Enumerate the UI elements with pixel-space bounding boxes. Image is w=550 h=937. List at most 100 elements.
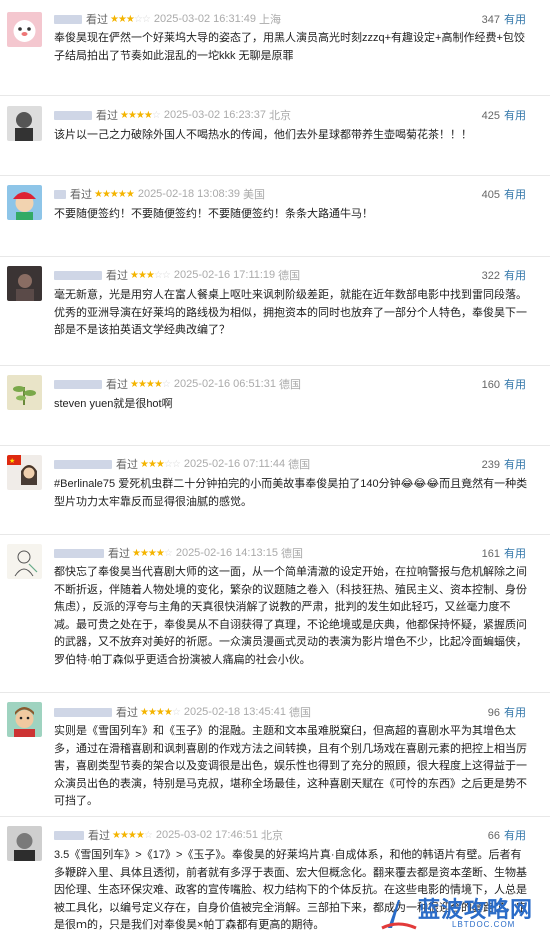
review-location: 德国 xyxy=(278,270,301,282)
review-meta: 看过 ★★★☆☆ 2025-03-02 16:31:49 上海 xyxy=(54,11,284,27)
useful-button[interactable]: 有用 xyxy=(504,14,526,26)
watermark-url: LBTDOC.COM xyxy=(452,920,516,929)
divider xyxy=(0,175,550,176)
avatar-image xyxy=(7,266,42,301)
avatar-image xyxy=(7,702,42,737)
watched-label: 看过 xyxy=(88,830,110,842)
username[interactable] xyxy=(54,830,84,840)
divider xyxy=(0,256,550,257)
avatar[interactable] xyxy=(7,12,42,47)
rating-stars: ★★★★☆ xyxy=(130,378,171,390)
review-location: 德国 xyxy=(288,459,311,471)
review-time: 2025-02-16 07:11:44 xyxy=(183,458,286,470)
watched-label: 看过 xyxy=(108,548,130,560)
rating-stars: ★★★☆☆ xyxy=(110,13,151,25)
review-meta: 看过 ★★★★☆ 2025-02-16 14:13:15 德国 xyxy=(54,545,306,561)
vote-count: 405 有用 xyxy=(482,186,526,202)
avatar-image xyxy=(7,544,42,579)
rating-stars: ★★★★☆ xyxy=(120,109,161,121)
review-text: 不要随便签约！不要随便签约！不要随便签约！条条大路通牛马！ xyxy=(54,208,373,220)
site-watermark: 蓝波攻略网 LBTDOC.COM xyxy=(378,890,548,936)
review-location: 美国 xyxy=(242,189,265,201)
vote-number: 347 xyxy=(481,14,500,26)
svg-text:★: ★ xyxy=(9,457,15,465)
review-text: 奉俊昊现在俨然一个好莱坞大导的姿态了，用黑人演员高光时刻zzzq+有趣设定+高制… xyxy=(54,32,525,62)
review-meta: 看过 ★★★☆☆ 2025-02-16 07:11:44 德国 xyxy=(54,456,313,472)
vote-count: 66 有用 xyxy=(488,827,526,843)
username[interactable] xyxy=(54,110,92,120)
useful-button[interactable]: 有用 xyxy=(504,189,526,201)
vote-count: 322 有用 xyxy=(482,267,526,283)
divider xyxy=(0,692,550,693)
review-text: steven yuen就是很hot啊 xyxy=(54,398,173,410)
username[interactable] xyxy=(54,707,112,717)
watched-label: 看过 xyxy=(106,270,128,282)
divider xyxy=(0,816,550,817)
review-meta: 看过 ★★★★☆ 2025-03-02 16:23:37 北京 xyxy=(54,107,294,123)
useful-button[interactable]: 有用 xyxy=(504,830,526,842)
watched-label: 看过 xyxy=(86,14,108,26)
username[interactable] xyxy=(54,459,112,469)
avatar[interactable] xyxy=(7,826,42,861)
avatar-image xyxy=(7,185,42,220)
useful-button[interactable]: 有用 xyxy=(504,270,526,282)
vote-number: 239 xyxy=(481,459,500,471)
review-meta: 看过 ★★★☆☆ 2025-02-16 17:11:19 德国 xyxy=(54,267,303,283)
username[interactable] xyxy=(54,548,104,558)
username[interactable] xyxy=(54,379,102,389)
watched-label: 看过 xyxy=(116,707,138,719)
useful-button[interactable]: 有用 xyxy=(504,707,526,719)
review-meta: 看过 ★★★★☆ 2025-03-02 17:46:51 北京 xyxy=(54,827,286,843)
divider xyxy=(0,445,550,446)
watched-label: 看过 xyxy=(96,110,118,122)
avatar[interactable] xyxy=(7,106,42,141)
review-location: 德国 xyxy=(280,548,303,560)
rating-stars: ★★★★☆ xyxy=(112,829,153,841)
review-time: 2025-03-02 16:23:37 xyxy=(163,109,266,121)
review-meta: 看过 ★★★★★ 2025-02-18 13:08:39 美国 xyxy=(54,186,268,202)
review-meta: 看过 ★★★★☆ 2025-02-18 13:45:41 德国 xyxy=(54,704,314,720)
avatar[interactable]: ★ xyxy=(7,455,42,490)
divider xyxy=(0,95,550,96)
watched-label: 看过 xyxy=(106,379,128,391)
avatar-image: ★ xyxy=(7,455,42,490)
avatar-image xyxy=(7,826,42,861)
review-location: 德国 xyxy=(288,707,311,719)
rating-stars: ★★★★★ xyxy=(94,188,135,200)
avatar[interactable] xyxy=(7,185,42,220)
review-time: 2025-02-16 14:13:15 xyxy=(175,547,278,559)
review-time: 2025-02-18 13:08:39 xyxy=(137,188,240,200)
vote-count: 96 有用 xyxy=(488,704,526,720)
review-location: 德国 xyxy=(278,379,301,391)
review-text: 毫无新意，光是用穷人在富人餐桌上呕吐来讽刺阶级差距，就能在近年数部电影中找到雷同… xyxy=(54,289,527,336)
rating-stars: ★★★★☆ xyxy=(132,547,173,559)
avatar-image xyxy=(7,375,42,410)
vote-count: 239 有用 xyxy=(482,456,526,472)
username[interactable] xyxy=(54,189,66,199)
useful-button[interactable]: 有用 xyxy=(504,379,526,391)
rating-stars: ★★★★☆ xyxy=(140,706,181,718)
avatar-image xyxy=(7,12,42,47)
review-location: 北京 xyxy=(260,830,283,842)
vote-number: 425 xyxy=(481,110,500,122)
username[interactable] xyxy=(54,14,82,24)
review-location: 上海 xyxy=(259,14,281,26)
divider xyxy=(0,534,550,535)
avatar[interactable] xyxy=(7,266,42,301)
review-location: 北京 xyxy=(268,110,291,122)
review-time: 2025-03-02 16:31:49 xyxy=(153,13,256,25)
review-text: #Berlinale75 爱死机虫群二十分钟拍完的小而美故事奉俊昊拍了140分钟… xyxy=(54,478,528,508)
useful-button[interactable]: 有用 xyxy=(504,110,526,122)
avatar[interactable] xyxy=(7,375,42,410)
avatar[interactable] xyxy=(7,702,42,737)
username[interactable] xyxy=(54,270,102,280)
review-time: 2025-02-18 13:45:41 xyxy=(183,706,286,718)
vote-number: 405 xyxy=(481,189,500,201)
useful-button[interactable]: 有用 xyxy=(504,548,526,560)
review-time: 2025-03-02 17:46:51 xyxy=(155,829,258,841)
vote-number: 160 xyxy=(481,379,500,391)
vote-number: 161 xyxy=(481,548,500,560)
review-meta: 看过 ★★★★☆ 2025-02-16 06:51:31 德国 xyxy=(54,376,304,392)
useful-button[interactable]: 有用 xyxy=(504,459,526,471)
avatar[interactable] xyxy=(7,544,42,579)
